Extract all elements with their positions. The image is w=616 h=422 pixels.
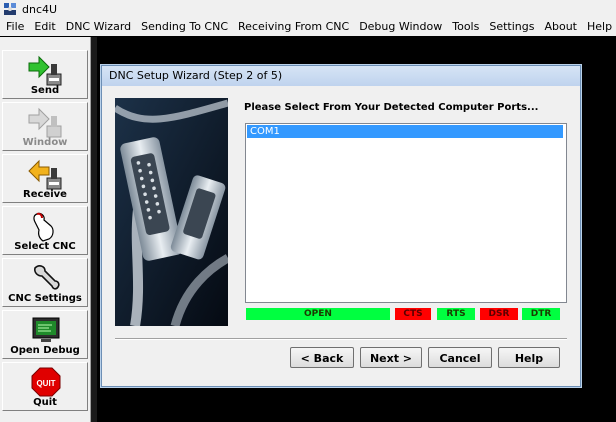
quit-label: Quit [33,397,57,408]
signal-open-indicator: OPEN [246,308,390,320]
send-icon [28,55,62,86]
side-toolbar: Send Window Receive Select CNC CNC Setti… [0,37,91,422]
help-button[interactable]: Help [498,347,560,368]
menu-bar: File Edit DNC Wizard Sending To CNC Rece… [0,18,616,36]
stop-sign-icon: QUIT [31,367,61,397]
dialog-titlebar: DNC Setup Wizard (Step 2 of 5) [102,66,580,86]
signal-rts-indicator: RTS [437,308,475,320]
monitor-icon [32,317,60,342]
port-item-com1[interactable]: COM1 [247,125,563,138]
receive-label: Receive [23,189,67,200]
signal-dsr-indicator: DSR [480,308,518,320]
send-label: Send [30,85,60,96]
port-listbox[interactable]: COM1 [245,123,567,303]
back-button[interactable]: < Back [290,347,354,368]
receive-button[interactable]: Receive [2,154,88,203]
quit-icon-text: QUIT [36,379,55,388]
menu-dnc-wizard[interactable]: DNC Wizard [61,18,136,36]
menu-debug-window[interactable]: Debug Window [354,18,447,36]
serial-connector-image [115,98,228,326]
window-button[interactable]: Window [2,102,88,151]
menu-tools[interactable]: Tools [447,18,484,36]
menu-help[interactable]: Help [582,18,616,36]
signal-cts-indicator: CTS [395,308,431,320]
window-label: Window [22,137,68,148]
dnc-setup-wizard-dialog: DNC Setup Wizard (Step 2 of 5) Please Se… [101,65,581,387]
select-cnc-button[interactable]: Select CNC [2,206,88,255]
app-icon [4,3,16,15]
quit-button[interactable]: QUIT Quit [2,362,88,411]
window-title: dnc4U [22,2,58,16]
open-debug-label: Open Debug [10,345,80,356]
select-cnc-label: Select CNC [14,241,76,252]
port-select-prompt: Please Select From Your Detected Compute… [244,102,539,113]
menu-file[interactable]: File [0,18,29,36]
dialog-title: DNC Setup Wizard (Step 2 of 5) [109,69,283,82]
receive-icon [28,159,62,190]
hand-pointer-icon [33,212,54,242]
menu-sending-to-cnc[interactable]: Sending To CNC [136,18,233,36]
dialog-separator [115,338,567,340]
signal-dtr-indicator: DTR [522,308,560,320]
send-button[interactable]: Send [2,50,88,99]
toolbar-edge [91,37,97,422]
wrench-icon [34,265,60,290]
open-debug-button[interactable]: Open Debug [2,310,88,359]
menu-about[interactable]: About [539,18,582,36]
cnc-settings-label: CNC Settings [8,293,82,304]
menu-edit[interactable]: Edit [29,18,60,36]
cnc-settings-button[interactable]: CNC Settings [2,258,88,307]
cancel-button[interactable]: Cancel [428,347,492,368]
window-icon [28,107,62,138]
next-button[interactable]: Next > [360,347,422,368]
menu-settings[interactable]: Settings [484,18,539,36]
menu-receiving-from-cnc[interactable]: Receiving From CNC [233,18,354,36]
window-titlebar: dnc4U [0,0,616,19]
